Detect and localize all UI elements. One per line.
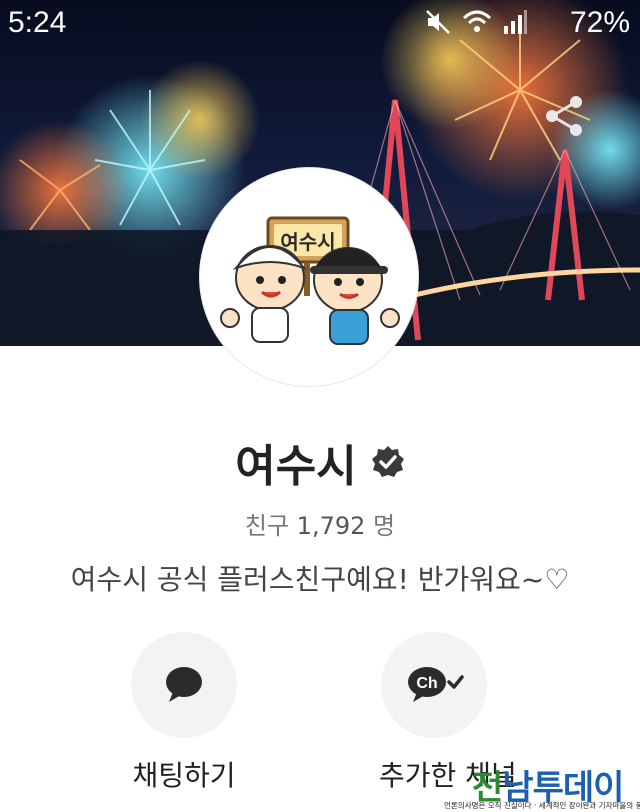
share-icon[interactable] [540,92,588,140]
status-bar: 5:24 72% [0,0,640,46]
profile-avatar[interactable]: 여수시 [200,168,418,386]
friends-number: 1,792 [296,512,366,540]
channel-check-icon: Ch [408,667,464,702]
wifi-icon [462,10,492,32]
added-channel-circle[interactable]: Ch [381,632,487,738]
news-watermark: 전남투데이 언론의사명은 오직 진실이다 · 세계적인 장이완과 기자마을의 풍… [444,760,640,812]
chat-button-circle[interactable] [131,632,237,738]
chat-button-label: 채팅하기 [132,759,236,792]
mascot-illustration: 여수시 [220,216,400,345]
verified-badge-icon [371,446,404,477]
signal-icon [504,10,527,34]
profile-intro: 여수시 공식 플러스친구예요! 반가워요~♡ [70,563,570,596]
watermark-subtitle: 언론의사명은 오직 진실이다 · 세계적인 장이완과 기자마을의 풍경 [444,801,640,810]
profile-name-row: 여수시 [0,430,640,494]
chat-button[interactable]: 채팅하기 [129,632,239,794]
friends-count: 친구 1,792 명 [0,506,640,541]
status-icons [424,8,528,36]
mute-icon [426,10,450,34]
friends-label: 친구 [244,512,290,540]
channel-icon-text: Ch [416,675,437,692]
friends-unit: 명 [373,512,396,540]
profile-name: 여수시 [235,442,357,491]
status-time: 5:24 [8,6,67,39]
chat-bubble-icon [166,667,202,702]
battery-percent: 72% [569,6,630,39]
